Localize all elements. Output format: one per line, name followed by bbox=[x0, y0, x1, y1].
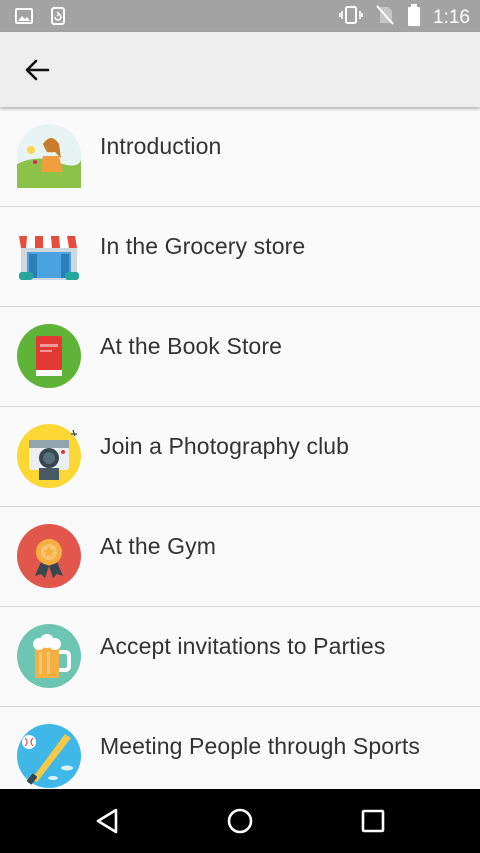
list-item-label: Join a Photography club bbox=[100, 433, 350, 459]
list-item-label: At the Book Store bbox=[100, 333, 282, 359]
list-item[interactable]: At the Book Store bbox=[0, 307, 480, 407]
recents-square-icon bbox=[361, 809, 385, 833]
nav-recents-button[interactable] bbox=[353, 803, 393, 839]
image-icon bbox=[14, 6, 34, 31]
status-bar: 1:16 bbox=[0, 0, 480, 32]
status-time: 1:16 bbox=[433, 6, 470, 28]
arrow-back-icon bbox=[25, 59, 50, 81]
beer-mug-icon bbox=[17, 624, 81, 688]
list-item[interactable]: Join a Photography club bbox=[0, 407, 480, 507]
book-icon bbox=[17, 324, 81, 388]
no-sim-icon bbox=[375, 4, 395, 31]
list-item[interactable]: Accept invitations to Parties bbox=[0, 607, 480, 707]
home-circle-icon bbox=[227, 808, 253, 834]
list-item[interactable]: Introduction bbox=[0, 107, 480, 207]
list-item-label: Meeting People through Sports bbox=[100, 733, 420, 759]
list-item-label: In the Grocery store bbox=[100, 233, 306, 259]
baseball-bat-icon bbox=[17, 724, 81, 788]
back-button[interactable] bbox=[18, 52, 56, 88]
list-item[interactable]: At the Gym bbox=[0, 507, 480, 607]
camera-icon bbox=[17, 424, 81, 488]
girl-in-meadow-icon bbox=[17, 124, 81, 188]
vibrate-icon bbox=[339, 5, 363, 30]
sync-icon bbox=[48, 6, 68, 31]
storefront-icon bbox=[17, 224, 81, 288]
nav-back-button[interactable] bbox=[87, 803, 127, 839]
app-bar bbox=[0, 32, 480, 107]
back-triangle-icon bbox=[96, 808, 118, 834]
battery-icon bbox=[407, 4, 421, 31]
list-item[interactable]: Meeting People through Sports bbox=[0, 707, 480, 789]
list-item-label: At the Gym bbox=[100, 533, 217, 559]
topic-list: Introduction In the Grocery store At the… bbox=[0, 107, 480, 789]
list-item-label: Accept invitations to Parties bbox=[100, 633, 386, 659]
list-item[interactable]: In the Grocery store bbox=[0, 207, 480, 307]
medal-icon bbox=[17, 524, 81, 588]
nav-home-button[interactable] bbox=[220, 803, 260, 839]
list-item-label: Introduction bbox=[100, 133, 222, 159]
system-nav-bar bbox=[0, 789, 480, 853]
